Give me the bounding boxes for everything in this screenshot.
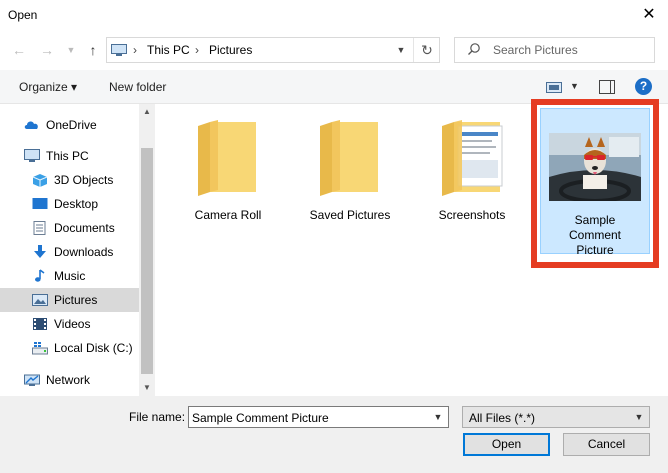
folder-item-camera-roll[interactable]: Camera Roll: [170, 104, 286, 254]
search-input[interactable]: [493, 42, 651, 58]
drive-icon: [32, 342, 48, 355]
sidebar-item-3d-objects[interactable]: 3D Objects: [0, 168, 139, 192]
arrow-left-icon[interactable]: ←: [10, 40, 28, 60]
download-icon: [34, 245, 46, 258]
preview-pane-icon[interactable]: [599, 80, 615, 94]
file-name-label: Camera Roll: [194, 208, 262, 222]
sidebar-item-label: This PC: [46, 149, 89, 163]
folder-with-documents-icon: [442, 120, 503, 196]
folder-item-screenshots[interactable]: Screenshots: [414, 104, 530, 254]
sidebar-item-label: Desktop: [54, 197, 99, 211]
network-icon: [24, 374, 40, 386]
cancel-button[interactable]: Cancel: [563, 433, 650, 456]
chevron-down-icon[interactable]: ▼: [428, 407, 448, 427]
file-name-field[interactable]: [192, 410, 428, 425]
file-type-select[interactable]: All Files (*.*) ▼: [462, 406, 650, 428]
file-list: Camera Roll Saved Pictures Screenshots S…: [156, 104, 668, 396]
videos-icon: [33, 318, 47, 330]
sidebar-item-documents[interactable]: Documents: [0, 216, 139, 240]
scroll-down-icon[interactable]: ▼: [139, 380, 155, 396]
image-thumbnail: [549, 133, 641, 201]
navigation-pane: OneDrive This PC 3D Objects Desktop Docu…: [0, 104, 155, 396]
sidebar-scrollbar[interactable]: ▲ ▼: [139, 104, 155, 396]
file-name-line: Comment: [568, 228, 621, 242]
sidebar-item-label: Local Disk (C:): [54, 341, 133, 355]
command-toolbar: Organize ▾ New folder ▼ ?: [0, 70, 668, 104]
breadcrumb-separator: ›: [195, 43, 199, 57]
close-icon[interactable]: ✕: [638, 4, 660, 26]
file-dialog-footer: File name: ▼ All Files (*.*) ▼ Open Canc…: [0, 396, 668, 473]
help-icon[interactable]: ?: [635, 78, 652, 95]
sidebar-item-videos[interactable]: Videos: [0, 312, 139, 336]
breadcrumb-this-pc[interactable]: This PC: [147, 43, 190, 57]
file-item-sample-comment-picture[interactable]: Sample Comment Picture: [540, 108, 650, 257]
cube-icon: [32, 174, 48, 187]
file-name-line: Picture: [576, 243, 614, 257]
scrollbar-thumb[interactable]: [141, 148, 153, 374]
chevron-down-icon[interactable]: ▼: [629, 407, 649, 427]
view-options-icon[interactable]: [546, 82, 562, 93]
file-name-label: Saved Pictures: [309, 208, 391, 222]
search-icon: [468, 43, 480, 55]
search-box[interactable]: [454, 37, 655, 63]
arrow-right-icon[interactable]: →: [38, 40, 56, 60]
sidebar-item-label: 3D Objects: [54, 173, 114, 187]
scroll-up-icon[interactable]: ▲: [139, 104, 155, 120]
sidebar-item-onedrive[interactable]: OneDrive: [0, 113, 139, 137]
computer-icon: [111, 44, 127, 56]
file-name-label: Sample Comment Picture: [541, 213, 649, 258]
refresh-icon[interactable]: ↻: [413, 38, 440, 62]
cloud-icon: [24, 121, 38, 129]
documents-icon: [33, 221, 46, 235]
sidebar-item-this-pc[interactable]: This PC: [0, 144, 139, 168]
open-button[interactable]: Open: [463, 433, 550, 456]
window-title: Open: [8, 8, 38, 22]
chevron-down-icon[interactable]: ▼: [62, 40, 80, 60]
sidebar-item-label: Music: [54, 269, 86, 283]
view-dropdown-icon[interactable]: ▼: [570, 81, 579, 91]
desktop-icon: [32, 198, 48, 209]
sidebar-item-label: Downloads: [54, 245, 114, 259]
file-name-field-label: File name:: [129, 410, 186, 424]
new-folder-button[interactable]: New folder: [109, 80, 166, 94]
pictures-icon: [32, 294, 48, 306]
sidebar-item-label: OneDrive: [46, 118, 97, 132]
breadcrumb-pictures[interactable]: Pictures: [209, 43, 252, 57]
sidebar-item-label: Documents: [54, 221, 115, 235]
computer-icon: [24, 149, 40, 162]
file-name-combobox[interactable]: ▼: [188, 406, 449, 428]
sidebar-item-label: Network: [46, 373, 91, 387]
folder-item-saved-pictures[interactable]: Saved Pictures: [292, 104, 408, 254]
folder-icon: [198, 120, 256, 196]
sidebar-item-pictures[interactable]: Pictures: [0, 288, 139, 312]
file-name-line: Sample: [574, 213, 616, 227]
organize-button[interactable]: Organize ▾: [19, 80, 77, 94]
music-icon: [35, 269, 45, 282]
chevron-down-icon[interactable]: ▼: [391, 42, 411, 58]
sidebar-item-local-disk[interactable]: Local Disk (C:): [0, 336, 139, 360]
sidebar-item-network[interactable]: Network: [0, 368, 139, 392]
sidebar-item-desktop[interactable]: Desktop: [0, 192, 139, 216]
title-bar: Open ✕: [0, 0, 668, 30]
sidebar-item-label: Videos: [54, 317, 91, 331]
breadcrumb-separator: ›: [133, 43, 137, 57]
folder-icon: [320, 120, 378, 196]
file-type-value: All Files (*.*): [469, 411, 536, 425]
navigation-bar: ← → ▼ ↑ › This PC › Pictures ▼ ↻: [0, 30, 668, 70]
sidebar-item-downloads[interactable]: Downloads: [0, 240, 139, 264]
arrow-up-icon[interactable]: ↑: [84, 40, 102, 60]
sidebar-item-label: Pictures: [54, 293, 98, 307]
sidebar-item-music[interactable]: Music: [0, 264, 139, 288]
file-name-label: Screenshots: [438, 208, 506, 222]
address-bar[interactable]: › This PC › Pictures ▼ ↻: [106, 37, 440, 63]
